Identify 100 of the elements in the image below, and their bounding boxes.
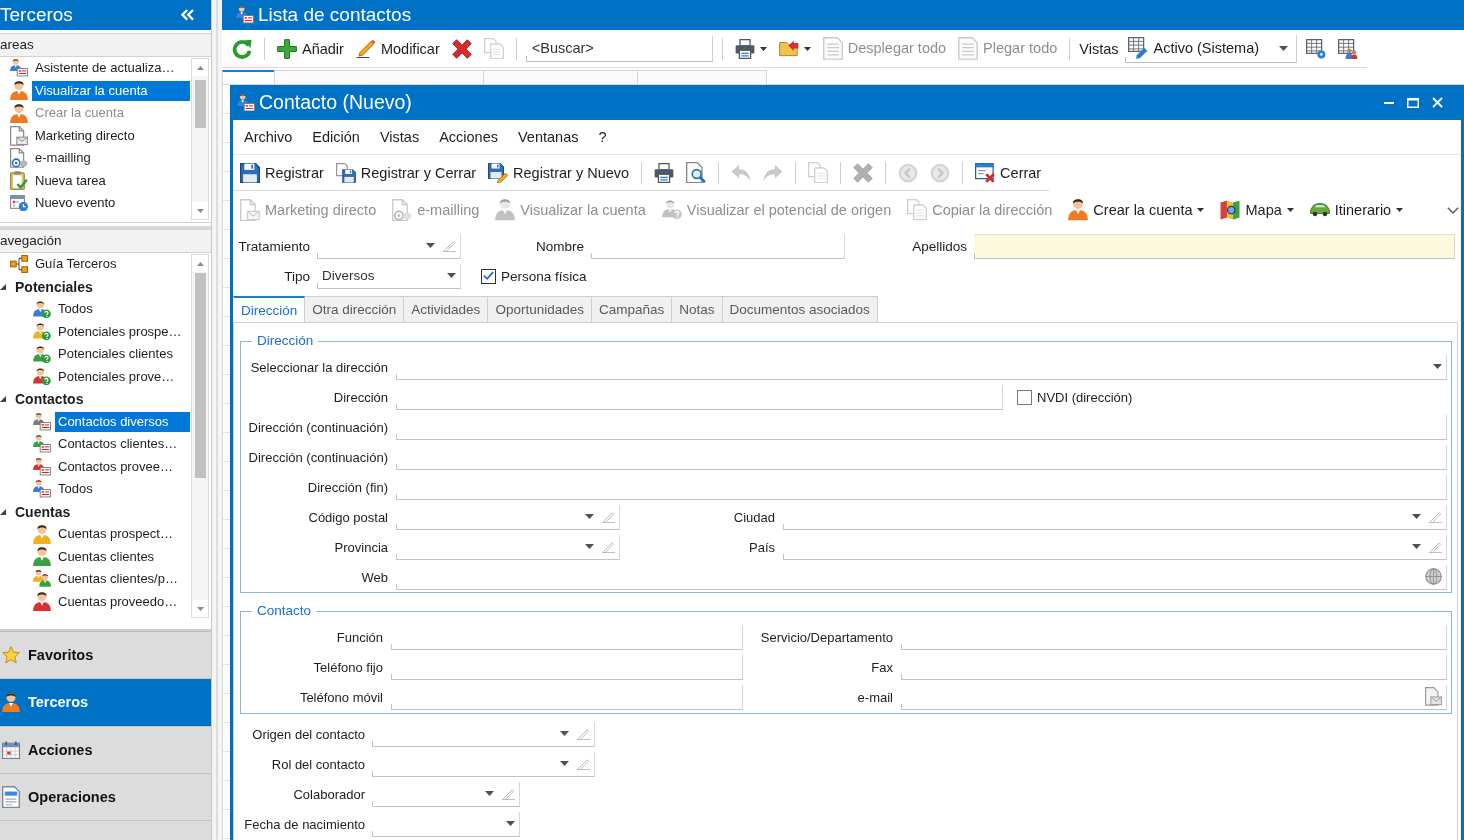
- tree-item[interactable]: Cuentas proveedo…: [55, 591, 190, 612]
- calendar-clock-icon: [10, 195, 28, 212]
- field-label: Servicio/Departamento: [759, 629, 893, 645]
- expanded-arrow-icon[interactable]: [0, 396, 6, 403]
- document-at-icon: [10, 148, 28, 169]
- tree-item[interactable]: Guía Terceros: [32, 254, 190, 275]
- toolbar-overflow-button[interactable]: [1447, 206, 1459, 214]
- task-item[interactable]: Nuevo evento: [32, 193, 190, 214]
- caret-icon: [585, 514, 594, 519]
- field-label: Colaborador: [292, 786, 365, 802]
- menu-item[interactable]: Acciones: [439, 129, 498, 145]
- task-item[interactable]: Visualizar la cuenta: [32, 80, 190, 101]
- toolbar-button[interactable]: Registrar y Cerrar: [332, 160, 480, 185]
- menu-item[interactable]: Ventanas: [518, 129, 579, 145]
- printer-icon: [654, 162, 675, 183]
- view-dropdown[interactable]: Activo (Sistema): [1124, 34, 1297, 63]
- nav-section-button[interactable]: Terceros: [0, 679, 211, 727]
- tree-group[interactable]: Potenciales: [12, 276, 190, 297]
- checkbox[interactable]: [1017, 389, 1032, 405]
- caret-icon: [426, 243, 435, 248]
- tab[interactable]: Notas: [671, 296, 723, 322]
- contact-card-icon: [33, 413, 51, 431]
- maximize-icon: [1407, 97, 1419, 108]
- person-question-icon: [33, 323, 51, 341]
- map-icon: [1220, 200, 1241, 220]
- tree-item[interactable]: Contactos provee…: [55, 456, 190, 477]
- menu-item[interactable]: Archivo: [244, 129, 293, 145]
- menu-item[interactable]: Vistas: [379, 129, 420, 145]
- vertical-scrollbar[interactable]: [191, 58, 209, 220]
- menu-item[interactable]: Edición: [312, 129, 360, 145]
- person-icon: [33, 547, 51, 567]
- envelope-document-icon: [1425, 687, 1442, 706]
- tab[interactable]: Otra dirección: [304, 296, 405, 322]
- toolbar-button[interactable]: Añadir: [274, 36, 347, 61]
- menu-item[interactable]: ?: [598, 129, 607, 145]
- caret-icon: [803, 46, 811, 51]
- expanded-arrow-icon[interactable]: [0, 508, 6, 515]
- dropdown-field[interactable]: Diversos: [317, 263, 461, 289]
- pencil-icon: [1429, 510, 1442, 523]
- toolbar-button[interactable]: Modificar: [352, 36, 443, 61]
- printer-icon: [734, 38, 755, 59]
- tab[interactable]: Documentos asociados: [721, 296, 878, 322]
- tree-item[interactable]: Cuentas prospect…: [55, 524, 190, 545]
- collapse-button[interactable]: [181, 9, 194, 21]
- vertical-scrollbar[interactable]: [191, 254, 209, 618]
- minimize-icon: [1384, 101, 1394, 104]
- toolbar-button[interactable]: Registrar: [237, 160, 327, 185]
- expanded-arrow-icon[interactable]: [0, 283, 6, 290]
- scrollbar-thumb[interactable]: [194, 273, 206, 478]
- contact-card-icon: [33, 435, 51, 453]
- document-envelope-icon: [10, 125, 28, 146]
- field-label: País: [748, 539, 775, 555]
- field-label: Fax: [870, 659, 893, 675]
- pencil-icon: [577, 727, 590, 740]
- scroll-down-icon: [196, 208, 204, 213]
- chevron-down-icon: [1447, 206, 1459, 214]
- tree-group[interactable]: Cuentas: [12, 501, 190, 522]
- tab[interactable]: Campañas: [590, 296, 673, 322]
- toolbar-button[interactable]: Itinerario: [1306, 200, 1407, 220]
- double-chevron-left-icon: [181, 9, 194, 21]
- tree-item[interactable]: Potenciales clientes: [55, 344, 190, 365]
- toolbar-button[interactable]: Cerrar: [972, 160, 1045, 185]
- task-item[interactable]: Marketing directo: [32, 125, 190, 146]
- person-icon: [10, 103, 28, 123]
- text-field[interactable]: [974, 233, 1455, 259]
- tree-item[interactable]: Cuentas clientes/p…: [55, 569, 190, 590]
- floppy-pencil-icon: [488, 162, 509, 183]
- tab[interactable]: Oportunidades: [487, 296, 592, 322]
- list-document-icon: [958, 37, 979, 60]
- caret-icon: [1396, 208, 1404, 212]
- task-item[interactable]: e-mailling: [32, 148, 190, 169]
- checkbox-label[interactable]: Persona física: [501, 268, 587, 284]
- window-cross-icon: [975, 162, 996, 183]
- toolbar-button[interactable]: Crear la cuenta: [1065, 197, 1208, 223]
- floppy-documents-icon: [335, 162, 356, 183]
- task-item[interactable]: Asistente de actualiza…: [32, 58, 190, 79]
- window-title: Lista de contactos: [258, 4, 412, 26]
- scrollbar-thumb[interactable]: [194, 80, 206, 128]
- task-item[interactable]: Nueva tarea: [32, 170, 190, 191]
- pane-splitter[interactable]: [0, 222, 211, 229]
- tree-item[interactable]: Todos: [55, 299, 190, 320]
- contact-card-icon: [33, 480, 51, 498]
- tree-item[interactable]: Cuentas clientes: [55, 546, 190, 567]
- tab[interactable]: Actividades: [403, 296, 489, 322]
- table-persons-icon: [1337, 38, 1358, 59]
- search-field[interactable]: <Buscar>: [525, 35, 713, 62]
- pencil-icon: [443, 239, 456, 252]
- checkbox-label[interactable]: NVDI (dirección): [1037, 389, 1133, 405]
- tree-item[interactable]: Potenciales prospe…: [55, 321, 190, 342]
- tree-group[interactable]: Contactos: [12, 389, 190, 410]
- toolbar-button[interactable]: Registrar y Nuevo: [485, 160, 633, 185]
- tree-item[interactable]: Contactos clientes…: [55, 434, 190, 455]
- field-label: Ciudad: [732, 509, 775, 525]
- scroll-down-icon: [196, 606, 204, 611]
- checkbox[interactable]: [481, 268, 496, 284]
- tree-item[interactable]: Potenciales prove…: [55, 366, 190, 387]
- toolbar-button[interactable]: Mapa: [1217, 198, 1297, 222]
- tree-item[interactable]: Contactos diversos: [55, 411, 190, 432]
- tree-item[interactable]: Todos: [55, 479, 190, 500]
- document-at-icon: [392, 198, 413, 222]
